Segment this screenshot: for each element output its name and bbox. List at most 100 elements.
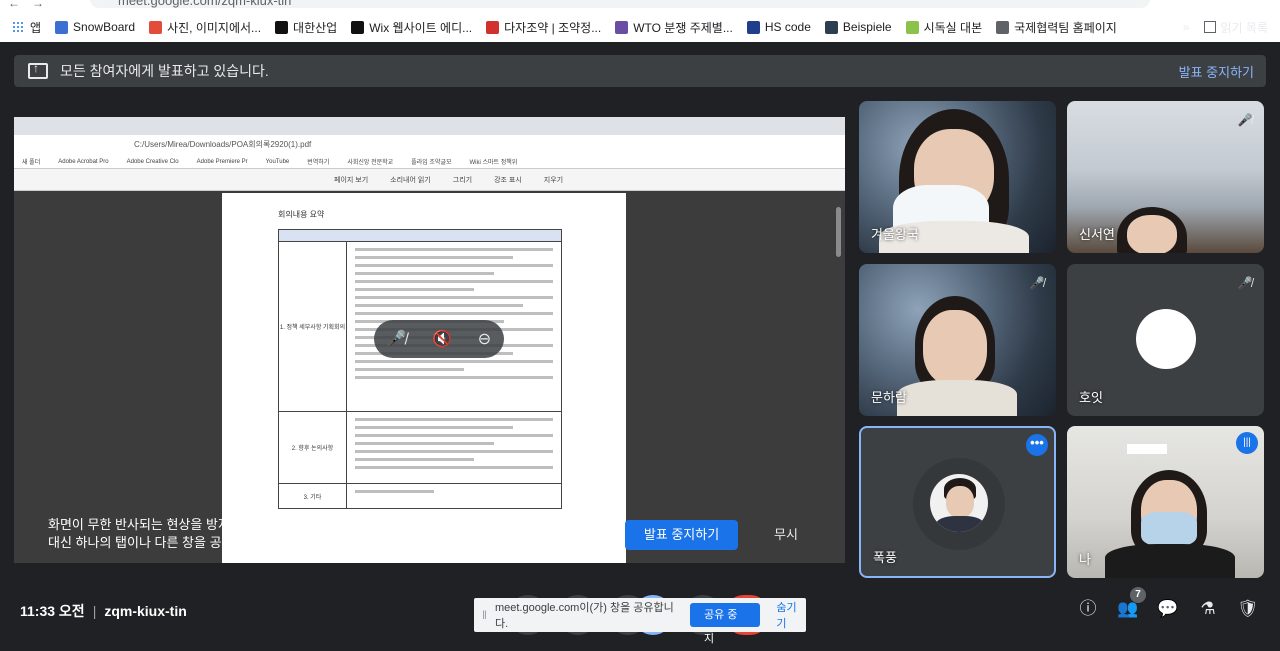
bookmark-label: 시독실 대본	[923, 20, 983, 35]
warning-line-1: 화면이 무한 반사되는 현상을 방지하려면 화면이나 브라우저 창의 전체를 공…	[48, 517, 531, 532]
right-controls: ⓘ 👥 7 💬 ⚗ 🛡	[1060, 587, 1260, 621]
people-count-badge: 7	[1130, 587, 1146, 603]
shared-scrollbar	[836, 207, 841, 257]
participant-name: 문하람	[871, 390, 907, 405]
bookmark-label: SnowBoard	[73, 20, 136, 34]
screen-share-notice: ‖ meet.google.com이(가) 창을 공유합니다. 공유 중지 숨기…	[474, 598, 806, 645]
bookmark-item[interactable]: Beispiele	[824, 20, 892, 34]
bookmark-label: 사진, 이미지에서...	[167, 20, 262, 35]
address-bar[interactable]: meet.google.com/zqm-kiux-tin	[90, 0, 1150, 8]
wto-icon	[615, 20, 629, 34]
warning-stop-presenting-button[interactable]: 발표 중지하기	[625, 520, 738, 550]
info-icon[interactable]: ⓘ	[1076, 597, 1100, 621]
snowflake-icon	[55, 20, 69, 34]
participant-tile[interactable]: 🎤̸ 문하람	[859, 264, 1056, 416]
bookmark-label: Beispiele	[842, 20, 892, 34]
shared-screen-preview: C:/Users/Mirea/Downloads/POA회의록2920(1).p…	[14, 117, 845, 563]
image-search-icon	[149, 20, 163, 34]
apps-grid-icon	[12, 20, 25, 34]
bookmark-item[interactable]: 다자조약 | 조약정...	[486, 19, 601, 36]
bookmark-item[interactable]: 시독실 대본	[905, 19, 983, 36]
shared-doc-title: 회의내용 요약	[278, 210, 325, 219]
meeting-code: zqm-kiux-tin	[104, 603, 187, 619]
avatar	[1136, 309, 1196, 369]
nav-arrows[interactable]: ←→	[8, 0, 56, 10]
bookmarks-overflow-button[interactable]: »	[1183, 20, 1190, 34]
doc-icon	[905, 20, 919, 34]
bookmark-item[interactable]: 사진, 이미지에서...	[149, 19, 261, 36]
participant-tile[interactable]: ••• 폭풍	[859, 426, 1056, 578]
participant-name: 신서연	[1079, 227, 1115, 242]
bookmarks-right: » 읽기 목록	[1183, 16, 1268, 38]
table-header	[279, 230, 561, 242]
participant-name: 폭풍	[873, 550, 897, 565]
bookmark-label: 다자조약 | 조약정...	[504, 20, 602, 35]
presenting-banner: 모든 참여자에게 발표하고 있습니다. 발표 중지하기	[14, 55, 1266, 87]
shared-doc-table: 1. 정책 세부사항 기획회의 2. 향후 논의사항 3. 기타	[278, 229, 562, 509]
bookmark-item[interactable]: SnowBoard	[55, 20, 135, 34]
infinite-mirror-warning: 화면이 무한 반사되는 현상을 방지하려면 화면이나 브라우저 창의 전체를 공…	[48, 516, 530, 552]
shared-pdf-page: 회의내용 요약 1. 정책 세부사항 기획회의 2. 향후 논의사항 3. 기타	[222, 193, 626, 563]
shield-icon	[746, 20, 760, 34]
activities-icon[interactable]: ⚗	[1196, 597, 1220, 621]
participant-name: 나	[1079, 552, 1091, 567]
warning-line-2: 대신 하나의 탭이나 다른 창을 공유하세요.	[48, 535, 273, 550]
shared-address: C:/Users/Mirea/Downloads/POA회의록2920(1).p…	[14, 135, 845, 155]
shared-overlay-controls: 🎤̸ 🔇 ⊖	[374, 320, 504, 358]
participant-name: 겨울왕국	[871, 227, 919, 242]
people-icon[interactable]: 👥 7	[1116, 587, 1146, 621]
bookmark-label: HS code	[764, 20, 811, 34]
participant-tile[interactable]: 겨울왕국	[859, 101, 1056, 253]
bookmark-item[interactable]: WTO 분쟁 주제별...	[615, 19, 733, 36]
shared-tabbar	[14, 117, 845, 135]
mic-off-icon: 🎤̸	[1029, 276, 1045, 290]
more-options-icon[interactable]: •••	[1026, 434, 1048, 456]
avatar	[930, 474, 988, 532]
present-screen-icon	[28, 61, 48, 79]
bookmark-item[interactable]: 국제협력팀 홈페이지	[996, 19, 1117, 36]
bookmark-label: WTO 분쟁 주제별...	[633, 20, 733, 35]
presenting-message: 모든 참여자에게 발표하고 있습니다.	[60, 63, 269, 79]
stop-presenting-link[interactable]: 발표 중지하기	[1179, 62, 1254, 81]
bookmarks-bar: 앱 SnowBoard 사진, 이미지에서... 대한산업 Wix 웹사이트 에디...…	[0, 16, 1280, 38]
bookmark-label: 국제협력팀 홈페이지	[1014, 20, 1117, 35]
shared-bookmarks: 새 폴더 Adobe Acrobat Pro Adobe Creative Clo A…	[14, 155, 845, 169]
korea-flag-icon	[486, 20, 500, 34]
table-row: 3. 기타	[279, 484, 561, 508]
bookmark-item[interactable]: 앱	[12, 19, 41, 36]
mic-off-icon: 🎤̸	[1237, 113, 1253, 127]
bookmark-item[interactable]: 대한산업	[275, 19, 337, 36]
mic-off-icon: 🎤̸	[386, 331, 407, 348]
wix-icon	[275, 20, 289, 34]
speaking-indicator-icon: |||	[1236, 432, 1258, 454]
bookmark-label: 대한산업	[293, 20, 338, 35]
globe-icon	[996, 20, 1010, 34]
table-row: 2. 향후 논의사항	[279, 412, 561, 484]
hide-notice-button[interactable]: 숨기기	[776, 599, 806, 631]
reading-list-button[interactable]: 읽기 목록	[1221, 19, 1269, 36]
share-notice-text: meet.google.com이(가) 창을 공유합니다.	[494, 602, 674, 630]
bookmark-label: 앱	[30, 20, 42, 35]
wix-icon	[351, 20, 365, 34]
drag-handle-icon[interactable]: ‖	[482, 608, 487, 622]
meeting-info: 11:33 오전 | zqm-kiux-tin	[20, 603, 187, 619]
participant-tile[interactable]: 🎤̸ 호잇	[1067, 264, 1264, 416]
minus-circle-icon: ⊖	[477, 331, 492, 348]
warning-ignore-button[interactable]: 무시	[764, 520, 808, 550]
host-controls-icon[interactable]: 🛡	[1236, 597, 1260, 621]
participant-name: 호잇	[1079, 390, 1103, 405]
bookmark-item[interactable]: HS code	[746, 20, 811, 34]
browser-chrome: ←→ meet.google.com/zqm-kiux-tin 앱 SnowBoa…	[0, 0, 1280, 42]
dictionary-icon	[824, 20, 838, 34]
stop-sharing-button[interactable]: 공유 중지	[689, 603, 761, 645]
meeting-time: 11:33 오전	[20, 603, 85, 619]
participant-tile[interactable]: 🎤̸ 신서연	[1067, 101, 1264, 253]
bookmark-label: Wix 웹사이트 에디...	[369, 20, 473, 35]
participant-tile[interactable]: ||| 나	[1067, 426, 1264, 578]
bookmark-item[interactable]: Wix 웹사이트 에디...	[351, 19, 472, 36]
shared-pdf-toolbar: 페이지 보기 소리내어 읽기 그리기 강조 표시 지우기	[14, 169, 845, 191]
reading-list-icon[interactable]	[1203, 21, 1216, 33]
sound-off-icon: 🔇	[432, 331, 453, 348]
mic-off-icon: 🎤̸	[1237, 276, 1253, 290]
chat-icon[interactable]: 💬	[1156, 597, 1180, 621]
